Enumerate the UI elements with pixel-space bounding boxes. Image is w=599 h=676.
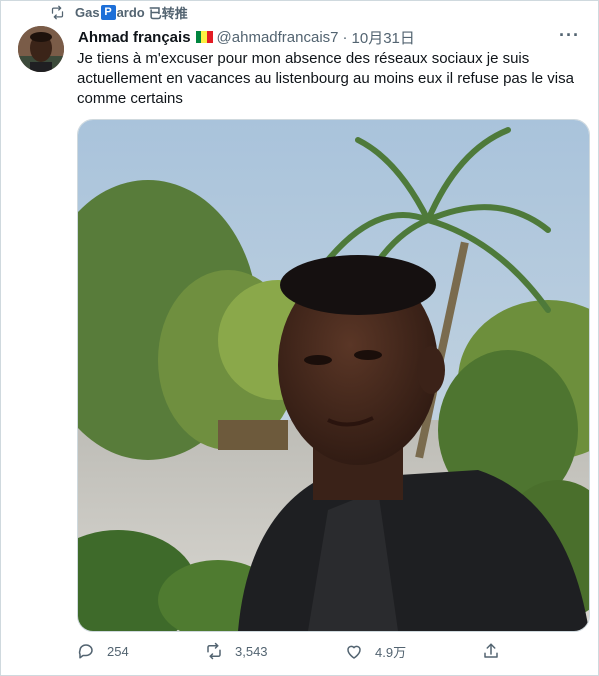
reply-count: 254 xyxy=(107,643,129,659)
avatar-image xyxy=(18,26,64,72)
author-display-name[interactable]: Ahmad français xyxy=(78,29,191,46)
like-count: 4.9万 xyxy=(375,645,407,660)
tweet-card[interactable]: Gas P ardo 已转推 Ahmad français @ahmadfran… xyxy=(0,0,599,676)
share-icon xyxy=(484,643,498,658)
retweet-button[interactable]: 3,543 xyxy=(205,642,268,660)
tweet-date[interactable]: 10月31日 xyxy=(352,27,415,48)
retweeter-name-badge: P xyxy=(100,4,116,20)
retweet-suffix: 已转推 xyxy=(148,5,188,21)
separator-dot: · xyxy=(342,28,348,46)
retweeter-name-part1: Gas xyxy=(75,4,100,20)
senegal-flag-icon xyxy=(195,31,213,43)
reply-button[interactable]: 254 xyxy=(77,642,129,660)
retweeter-name[interactable]: Gas P ardo 已转推 xyxy=(75,3,188,22)
share-button[interactable] xyxy=(482,642,500,660)
author-handle[interactable]: @ahmadfrancais7 xyxy=(217,29,339,46)
reply-icon xyxy=(78,644,93,659)
retweet-icon xyxy=(51,5,64,19)
retweeter-name-part2: ardo xyxy=(116,4,145,20)
tweet-header: Ahmad français @ahmadfrancais7 · 10月31日 xyxy=(78,27,582,47)
tweet-photo[interactable] xyxy=(77,119,590,632)
tweet-actions: 254 3,543 4.9万 xyxy=(77,642,507,664)
more-icon[interactable]: ··· xyxy=(559,25,580,46)
heart-icon xyxy=(347,645,361,659)
photo-image xyxy=(78,120,589,631)
retweet-context: Gas P ardo 已转推 xyxy=(50,3,188,22)
avatar[interactable] xyxy=(18,26,64,72)
like-button[interactable]: 4.9万 xyxy=(345,642,406,661)
retweet-count: 3,543 xyxy=(235,643,268,659)
tweet-text: Je tiens à m'excuser pour mon absence de… xyxy=(77,50,574,107)
retweet-icon xyxy=(207,642,221,660)
